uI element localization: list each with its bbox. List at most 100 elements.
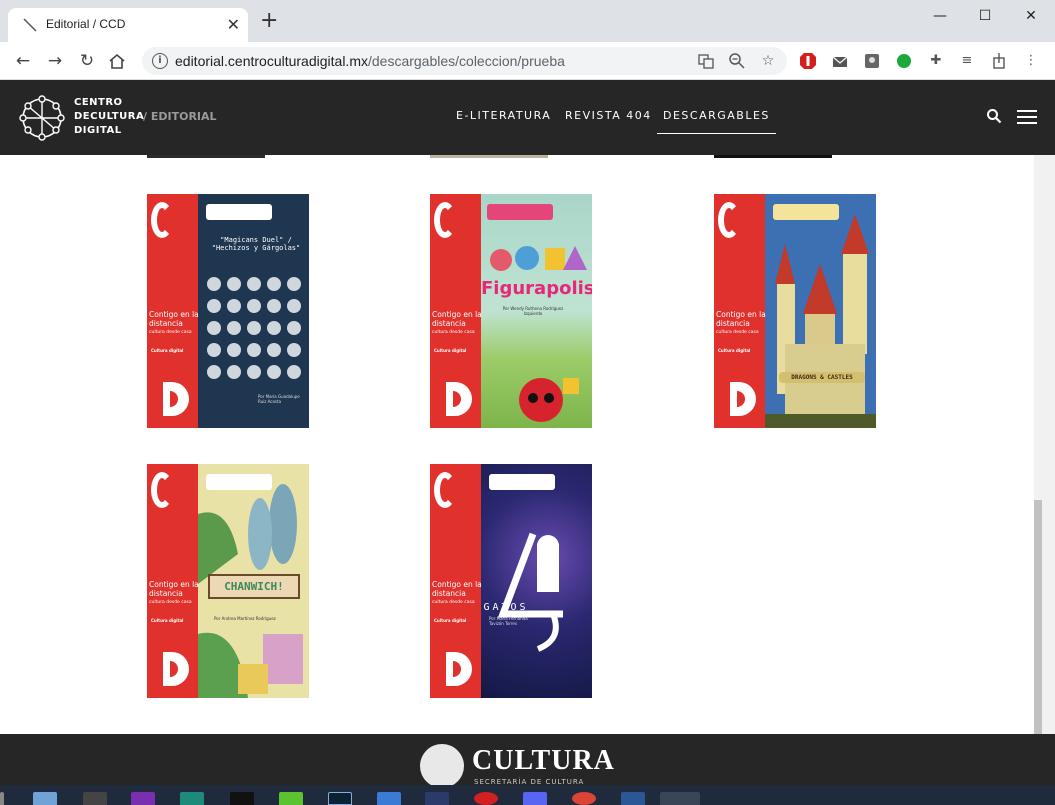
- partial-cover[interactable]: [714, 155, 832, 158]
- logo-line: DIGITAL: [74, 125, 122, 136]
- taskbar-app-icon[interactable]: [180, 792, 204, 805]
- figurapolis-characters: [490, 246, 587, 271]
- browser-tab-bar: Editorial / CCD ✕ + — ☐ ✕: [0, 0, 1055, 42]
- taskbar-app-icon[interactable]: [83, 792, 107, 805]
- cover-brand: Cultura digital: [151, 348, 184, 353]
- chrome-icon[interactable]: [572, 792, 596, 805]
- bookmark-star-icon[interactable]: ☆: [759, 52, 777, 70]
- scrollbar-thumb[interactable]: [1034, 500, 1042, 734]
- ccd-logo-icon[interactable]: [18, 94, 66, 142]
- tagline-main: Contigo en la distancia: [149, 580, 199, 598]
- cover-brand: Cultura digital: [151, 618, 184, 623]
- address-bar[interactable]: i editorial.centroculturadigital.mx/desc…: [142, 47, 787, 75]
- tagline-sub: cultura desde casa: [716, 330, 759, 335]
- logo-subtitle[interactable]: / EDITORIAL: [143, 110, 217, 123]
- cover-tagline: Contigo en la distancia cultura desde cas…: [432, 310, 492, 337]
- taskbar-app-icon[interactable]: [328, 792, 352, 805]
- book-cover-dragons-castles[interactable]: DRAGONS & CASTLES Contigo en la distanci…: [714, 194, 876, 428]
- browser-tab[interactable]: Editorial / CCD ✕: [8, 8, 248, 42]
- c-logo-icon: [434, 472, 456, 508]
- tagline-sub: cultura desde casa: [432, 330, 475, 335]
- zoom-icon[interactable]: [728, 52, 746, 70]
- tagline-main: Contigo en la distancia: [716, 310, 766, 328]
- cover-author: Por María Fernanda Tavizón Torres: [489, 616, 528, 626]
- logo-line: CENTRO: [74, 97, 123, 108]
- logo-text[interactable]: CENTRO DECULTURA DIGITAL: [74, 96, 144, 138]
- home-icon[interactable]: [108, 53, 126, 70]
- cover-brand: Cultura digital: [718, 348, 751, 353]
- active-chrome-icon[interactable]: [660, 792, 700, 805]
- url-domain: editorial.centroculturadigital.mx: [175, 53, 368, 69]
- cover-brand: Cultura digital: [434, 618, 467, 623]
- book-cover-chanwich[interactable]: CHANWICH! Por Andrea Martínez Rodríguez …: [147, 464, 309, 698]
- taskbar-app-icon[interactable]: [279, 792, 303, 805]
- cat-number-four-illustration: [497, 532, 563, 652]
- cover-title: CHANWICH!: [208, 574, 300, 599]
- green-extension-icon[interactable]: [895, 52, 913, 70]
- start-button[interactable]: [0, 792, 4, 805]
- site-info-icon[interactable]: i: [152, 53, 168, 69]
- tagline-main: Contigo en la distancia: [149, 310, 199, 328]
- reload-icon[interactable]: ↻: [76, 50, 98, 72]
- cover-art: Figurapolis Por Wendy Ruthena Rodríguez …: [481, 194, 592, 428]
- translate-icon[interactable]: [697, 52, 715, 70]
- book-cover-magicans-duel[interactable]: "Magicans Duel" / "Hechizos y Gárgolas" …: [147, 194, 309, 428]
- os-taskbar: [0, 785, 1055, 805]
- taskbar-app-icon[interactable]: [33, 792, 57, 805]
- discord-icon[interactable]: [523, 792, 547, 805]
- book-cover-figurapolis[interactable]: Figurapolis Por Wendy Ruthena Rodríguez …: [430, 194, 592, 428]
- dice-grid-illustration: [207, 277, 301, 379]
- nav-item-revista-404[interactable]: REVISTA 404: [565, 109, 652, 122]
- epic-games-icon[interactable]: [230, 792, 254, 805]
- back-arrow-icon[interactable]: ←: [12, 50, 34, 72]
- close-window-button[interactable]: ✕: [1008, 4, 1054, 28]
- extensions-puzzle-icon[interactable]: ✚: [927, 52, 945, 70]
- search-icon[interactable]: [986, 108, 1002, 124]
- c-logo-icon: [434, 202, 456, 238]
- url-path: /descargables/coleccion/prueba: [367, 53, 565, 69]
- partial-cover[interactable]: [147, 155, 265, 158]
- nav-item-descargables[interactable]: DESCARGABLES: [663, 109, 770, 122]
- taskbar-app-icon[interactable]: [131, 792, 155, 805]
- word-icon[interactable]: [621, 792, 645, 805]
- tagline-main: Contigo en la distancia: [432, 310, 482, 328]
- nav-item-e-literatura[interactable]: E-LITERATURA: [456, 109, 551, 122]
- taskbar-app-icon[interactable]: [474, 792, 498, 805]
- download-extension-icon[interactable]: [990, 52, 1008, 70]
- new-tab-button[interactable]: +: [260, 10, 278, 32]
- adblock-extension-icon[interactable]: [799, 52, 817, 70]
- cover-author: Por Wendy Ruthena Rodríguez Izquierdo: [502, 306, 564, 316]
- cover-bubble: [489, 474, 555, 490]
- tab-title: Editorial / CCD: [46, 17, 126, 31]
- government-seal-icon: [420, 744, 464, 788]
- maximize-button[interactable]: ☐: [962, 4, 1008, 28]
- cover-author: Por Andrea Martínez Rodríguez: [214, 616, 276, 621]
- pomegranate-character: [519, 378, 579, 422]
- logo-line: DECULTURA: [74, 111, 145, 122]
- media-queue-icon[interactable]: ≡: [958, 52, 976, 70]
- cover-title: Figurapolis: [481, 278, 592, 299]
- minimize-button[interactable]: —: [917, 4, 963, 28]
- cover-tagline: Contigo en la distancia cultura desde cas…: [149, 580, 209, 607]
- book-cover-gatos[interactable]: GATOS Por María Fernanda Tavizón Torres …: [430, 464, 592, 698]
- tagline-sub: cultura desde casa: [149, 600, 192, 605]
- cover-author: Por María Guadalupe Ruiz Acosta: [258, 394, 300, 404]
- cover-title: "Magicans Duel" / "Hechizos y Gárgolas": [211, 236, 301, 252]
- nav-active-indicator: [657, 133, 776, 134]
- mail-extension-icon[interactable]: [831, 52, 849, 70]
- partial-cover[interactable]: [430, 155, 548, 158]
- hamburger-menu-icon[interactable]: [1017, 110, 1037, 124]
- footer-title[interactable]: CULTURA: [472, 745, 615, 777]
- cover-tagline: Contigo en la distancia cultura desde cas…: [432, 580, 492, 607]
- cover-bubble: [206, 204, 272, 220]
- tagline-sub: cultura desde casa: [149, 330, 192, 335]
- taskbar-app-icon[interactable]: [377, 792, 401, 805]
- cover-title: DRAGONS & CASTLES: [779, 372, 865, 383]
- dev-app-icon[interactable]: [425, 792, 449, 805]
- browser-menu-icon[interactable]: ⋮: [1022, 52, 1040, 70]
- profile-extension-icon[interactable]: [863, 52, 881, 70]
- cover-bubble: [487, 204, 553, 220]
- forward-arrow-icon[interactable]: →: [44, 50, 66, 72]
- tab-close-icon[interactable]: ✕: [227, 15, 240, 34]
- url-text[interactable]: editorial.centroculturadigital.mx/descar…: [175, 53, 565, 69]
